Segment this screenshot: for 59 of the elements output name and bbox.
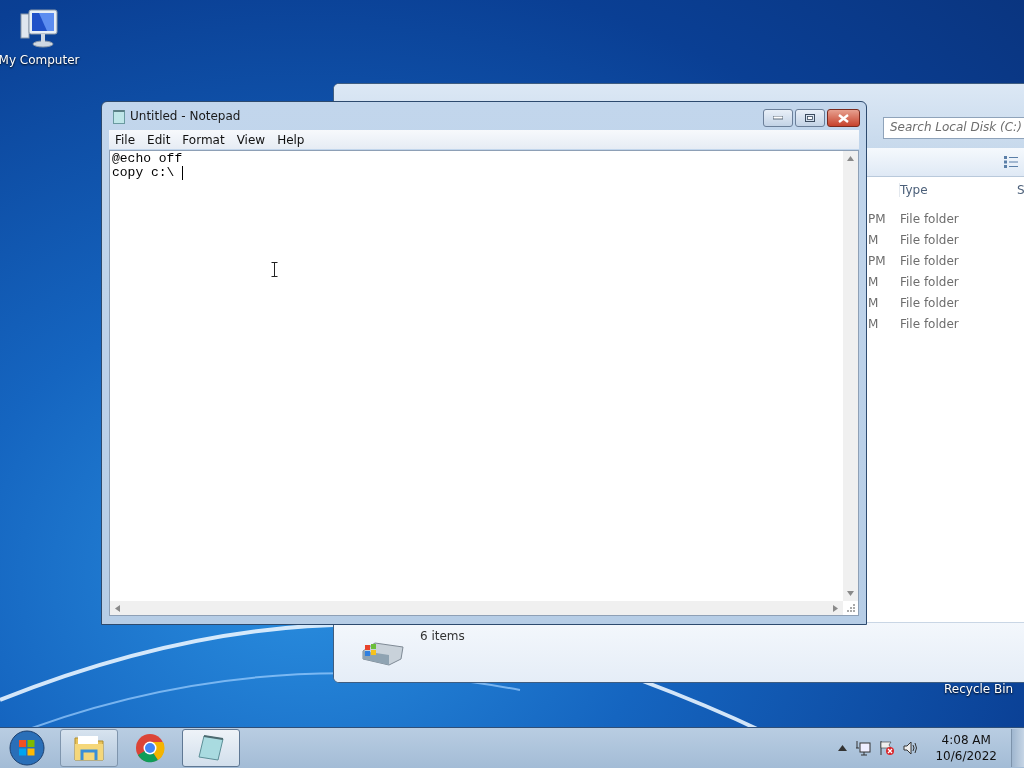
table-cell: File folder	[900, 254, 959, 268]
show-desktop-button[interactable]	[1011, 729, 1024, 767]
notepad-icon	[196, 733, 226, 763]
scroll-up-icon[interactable]	[847, 156, 854, 161]
column-header[interactable]: S	[1017, 183, 1024, 197]
menu-item[interactable]: Edit	[141, 132, 177, 147]
scroll-down-icon[interactable]	[847, 591, 854, 596]
text-line: copy c:\	[112, 166, 176, 180]
table-cell: File folder	[900, 296, 959, 310]
speaker-icon[interactable]	[903, 740, 920, 756]
table-cell: File folder	[900, 275, 959, 289]
minimize-icon	[773, 116, 783, 120]
icon-label: Recycle Bin	[944, 682, 1014, 696]
scroll-right-icon[interactable]	[833, 604, 838, 612]
maximize-button[interactable]	[795, 109, 825, 127]
scroll-left-icon[interactable]	[115, 604, 120, 612]
taskbar-button[interactable]	[60, 729, 118, 767]
browser-icon	[135, 733, 165, 763]
computer-icon	[17, 8, 61, 50]
minimize-button[interactable]	[763, 109, 793, 127]
maximize-icon	[805, 114, 815, 122]
resize-grip-icon[interactable]	[847, 604, 855, 612]
table-cell: M	[868, 275, 879, 289]
close-button[interactable]	[827, 109, 860, 127]
table-cell: File folder	[900, 212, 959, 226]
column-header[interactable]: Type	[899, 183, 928, 197]
table-cell: File folder	[900, 233, 959, 247]
horizontal-scrollbar[interactable]	[110, 601, 843, 615]
clock-time: 4:08 AM	[941, 732, 991, 748]
search-field[interactable]: Search Local Disk (C:)	[883, 117, 1024, 139]
table-cell: M	[868, 317, 879, 331]
flag-alert-icon[interactable]	[879, 740, 896, 756]
menu-item[interactable]: File	[109, 132, 142, 147]
close-icon	[838, 113, 849, 123]
window-title: Untitled - Notepad	[130, 109, 241, 123]
item-count: 6 items	[420, 629, 465, 643]
text-area[interactable]: @echo off copy c:\	[109, 150, 859, 616]
start-button[interactable]	[8, 729, 46, 767]
desktop-icon[interactable]: My Computer	[0, 8, 78, 67]
notepad-icon	[113, 108, 125, 124]
table-cell: M	[868, 233, 879, 247]
text-line: @echo off	[112, 152, 183, 166]
folder-icon	[73, 733, 105, 763]
taskbar-button[interactable]	[182, 729, 240, 767]
table-cell: M	[868, 296, 879, 310]
text-cursor-icon	[271, 262, 278, 277]
menu-item[interactable]: Help	[271, 132, 311, 147]
clock-date: 10/6/2022	[935, 748, 997, 764]
menu-item[interactable]: View	[230, 132, 272, 147]
list-view-icon[interactable]	[1003, 155, 1019, 169]
network-icon[interactable]	[855, 740, 872, 756]
text-caret	[182, 166, 184, 180]
table-cell: PM	[868, 254, 886, 268]
icon-label: My Computer	[0, 53, 80, 67]
show-hidden-icons-icon[interactable]	[838, 745, 848, 751]
table-cell: File folder	[900, 317, 959, 331]
table-cell: PM	[868, 212, 886, 226]
menu-item[interactable]: Format	[176, 132, 231, 147]
vertical-scrollbar[interactable]	[843, 151, 858, 601]
